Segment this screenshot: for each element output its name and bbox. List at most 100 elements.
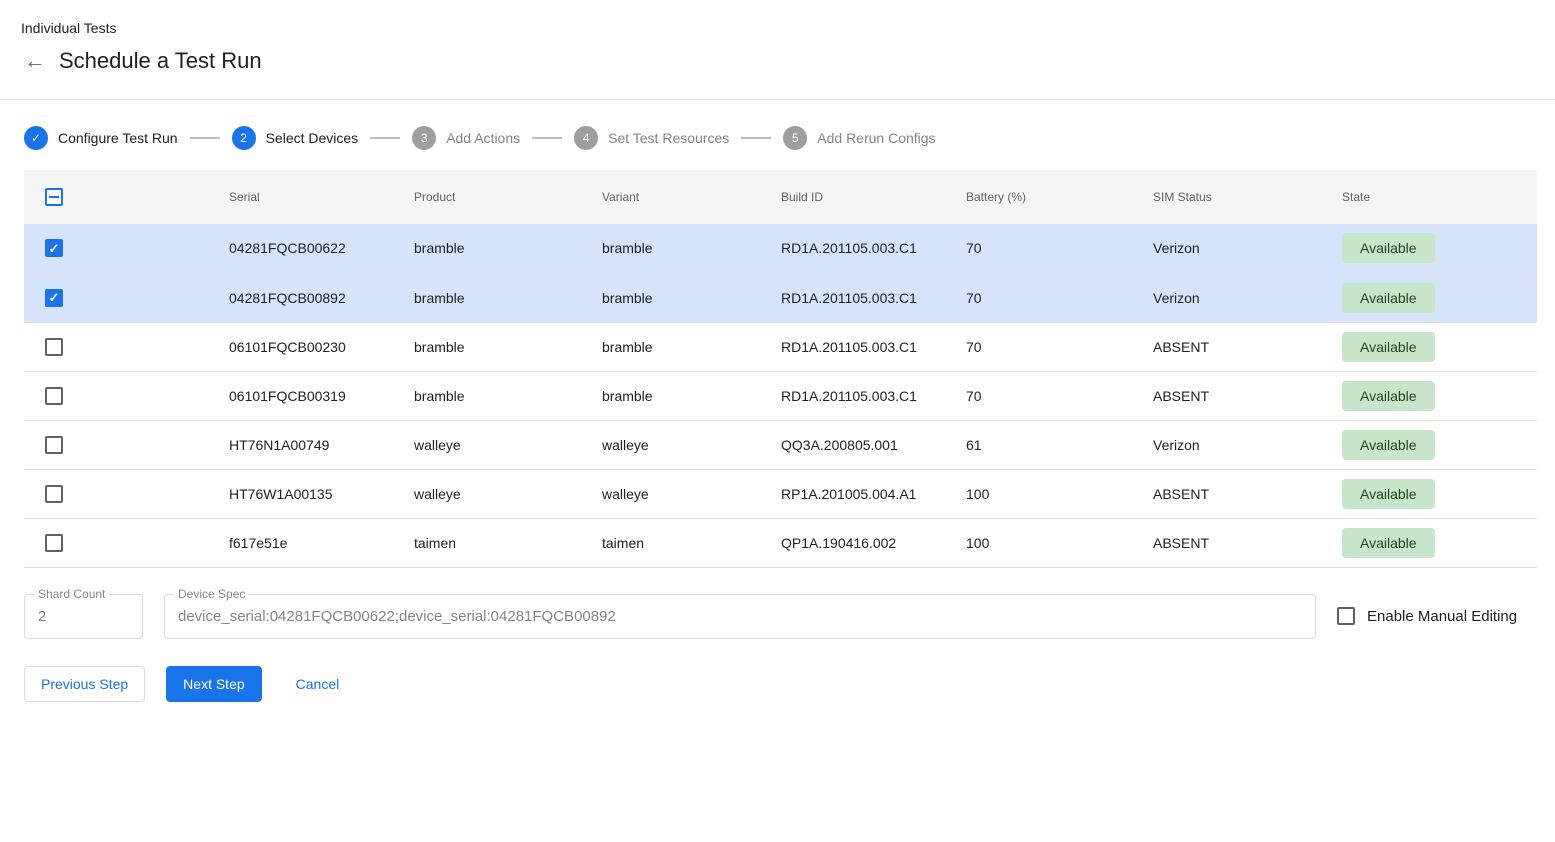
table-row[interactable]: f617e51etaimentaimenQP1A.190416.002100AB…	[24, 518, 1537, 567]
row-checkbox[interactable]	[45, 387, 63, 405]
device-table: Serial Product Variant Build ID Battery …	[24, 170, 1537, 568]
cell-battery: 70	[966, 371, 1153, 420]
cell-build-id: RP1A.201005.004.A1	[781, 469, 966, 518]
step-add-rerun-configs[interactable]: 5 Add Rerun Configs	[783, 126, 935, 150]
cell-state: Available	[1342, 420, 1537, 469]
page-title: Schedule a Test Run	[59, 48, 262, 74]
cell-build-id: RD1A.201105.003.C1	[781, 224, 966, 273]
cell-product: taimen	[414, 518, 602, 567]
row-checkbox[interactable]	[45, 436, 63, 454]
row-checkbox[interactable]	[45, 485, 63, 503]
column-header-variant: Variant	[602, 170, 781, 224]
step-label: Set Test Resources	[608, 130, 729, 146]
state-badge: Available	[1342, 332, 1435, 362]
action-bar: Previous Step Next Step Cancel	[24, 666, 1531, 702]
device-table-body: ✓04281FQCB00622bramblebrambleRD1A.201105…	[24, 224, 1537, 567]
enable-manual-editing-label: Enable Manual Editing	[1367, 608, 1517, 625]
shard-count-field[interactable]: Shard Count 2	[24, 594, 143, 639]
enable-manual-editing[interactable]: Enable Manual Editing	[1337, 607, 1517, 625]
step-connector	[370, 137, 400, 139]
cell-variant: bramble	[602, 371, 781, 420]
row-checkbox[interactable]: ✓	[45, 289, 63, 307]
table-row[interactable]: HT76W1A00135walleyewalleyeRP1A.201005.00…	[24, 469, 1537, 518]
row-checkbox[interactable]	[45, 338, 63, 356]
shard-count-label: Shard Count	[34, 587, 109, 601]
step-number: 2	[232, 126, 256, 150]
step-add-actions[interactable]: 3 Add Actions	[412, 126, 520, 150]
state-badge: Available	[1342, 283, 1435, 313]
cell-sim-status: ABSENT	[1153, 469, 1342, 518]
cell-battery: 61	[966, 420, 1153, 469]
table-row[interactable]: 06101FQCB00230bramblebrambleRD1A.201105.…	[24, 322, 1537, 371]
step-select-devices[interactable]: 2Select Devices	[232, 126, 359, 150]
cell-serial: 06101FQCB00319	[229, 371, 414, 420]
cell-battery: 70	[966, 322, 1153, 371]
cell-battery: 100	[966, 518, 1153, 567]
cell-battery: 70	[966, 224, 1153, 273]
cell-serial: f617e51e	[229, 518, 414, 567]
enable-manual-editing-checkbox[interactable]	[1337, 607, 1355, 625]
cell-variant: taimen	[602, 518, 781, 567]
table-header-row: Serial Product Variant Build ID Battery …	[24, 170, 1537, 224]
row-checkbox[interactable]	[45, 534, 63, 552]
cell-product: bramble	[414, 224, 602, 273]
step-number: 4	[574, 126, 598, 150]
cell-sim-status: Verizon	[1153, 420, 1342, 469]
cell-state: Available	[1342, 322, 1537, 371]
cancel-button[interactable]: Cancel	[280, 666, 356, 702]
page-header: Individual Tests ← Schedule a Test Run	[0, 0, 1555, 100]
cell-product: bramble	[414, 322, 602, 371]
table-row[interactable]: ✓04281FQCB00892bramblebrambleRD1A.201105…	[24, 273, 1537, 322]
state-badge: Available	[1342, 233, 1435, 263]
step-configure-test-run[interactable]: ✓ Configure Test Run	[24, 126, 178, 150]
previous-step-button[interactable]: Previous Step	[24, 666, 145, 702]
back-arrow-icon[interactable]: ←	[21, 50, 49, 72]
step-number: 3	[412, 126, 436, 150]
cell-serial: HT76N1A00749	[229, 420, 414, 469]
cell-state: Available	[1342, 518, 1537, 567]
cell-sim-status: Verizon	[1153, 273, 1342, 322]
table-row[interactable]: ✓04281FQCB00622bramblebrambleRD1A.201105…	[24, 224, 1537, 273]
column-header-build-id: Build ID	[781, 170, 966, 224]
step-connector	[741, 137, 771, 139]
row-checkbox[interactable]: ✓	[45, 239, 63, 257]
cell-build-id: QQ3A.200805.001	[781, 420, 966, 469]
cell-serial: 06101FQCB00230	[229, 322, 414, 371]
state-badge: Available	[1342, 430, 1435, 460]
cell-build-id: RD1A.201105.003.C1	[781, 371, 966, 420]
cell-sim-status: ABSENT	[1153, 322, 1342, 371]
column-header-product: Product	[414, 170, 602, 224]
step-number: 5	[783, 126, 807, 150]
cell-variant: bramble	[602, 224, 781, 273]
column-header-battery: Battery (%)	[966, 170, 1153, 224]
select-all-checkbox[interactable]	[45, 188, 63, 206]
state-badge: Available	[1342, 479, 1435, 509]
next-step-button[interactable]: Next Step	[166, 666, 261, 702]
form-row: Shard Count 2 Device Spec device_serial:…	[24, 594, 1531, 639]
cell-build-id: RD1A.201105.003.C1	[781, 273, 966, 322]
device-spec-field[interactable]: Device Spec device_serial:04281FQCB00622…	[164, 594, 1316, 639]
cell-sim-status: ABSENT	[1153, 518, 1342, 567]
step-check-icon: ✓	[24, 126, 48, 150]
cell-serial: 04281FQCB00892	[229, 273, 414, 322]
state-badge: Available	[1342, 528, 1435, 558]
cell-variant: bramble	[602, 273, 781, 322]
step-label: Add Actions	[446, 130, 520, 146]
table-row[interactable]: HT76N1A00749walleyewalleyeQQ3A.200805.00…	[24, 420, 1537, 469]
cell-build-id: RD1A.201105.003.C1	[781, 322, 966, 371]
cell-state: Available	[1342, 371, 1537, 420]
step-label: Configure Test Run	[58, 130, 178, 146]
breadcrumb: Individual Tests	[21, 20, 1555, 36]
step-set-test-resources[interactable]: 4 Set Test Resources	[574, 126, 729, 150]
step-connector	[532, 137, 562, 139]
cell-battery: 100	[966, 469, 1153, 518]
step-label: Add Rerun Configs	[817, 130, 935, 146]
step-connector	[190, 137, 220, 139]
cell-product: bramble	[414, 371, 602, 420]
column-header-serial: Serial	[229, 170, 414, 224]
shard-count-value: 2	[38, 608, 46, 625]
cell-variant: walleye	[602, 469, 781, 518]
table-row[interactable]: 06101FQCB00319bramblebrambleRD1A.201105.…	[24, 371, 1537, 420]
cell-product: bramble	[414, 273, 602, 322]
column-header-state: State	[1342, 170, 1537, 224]
